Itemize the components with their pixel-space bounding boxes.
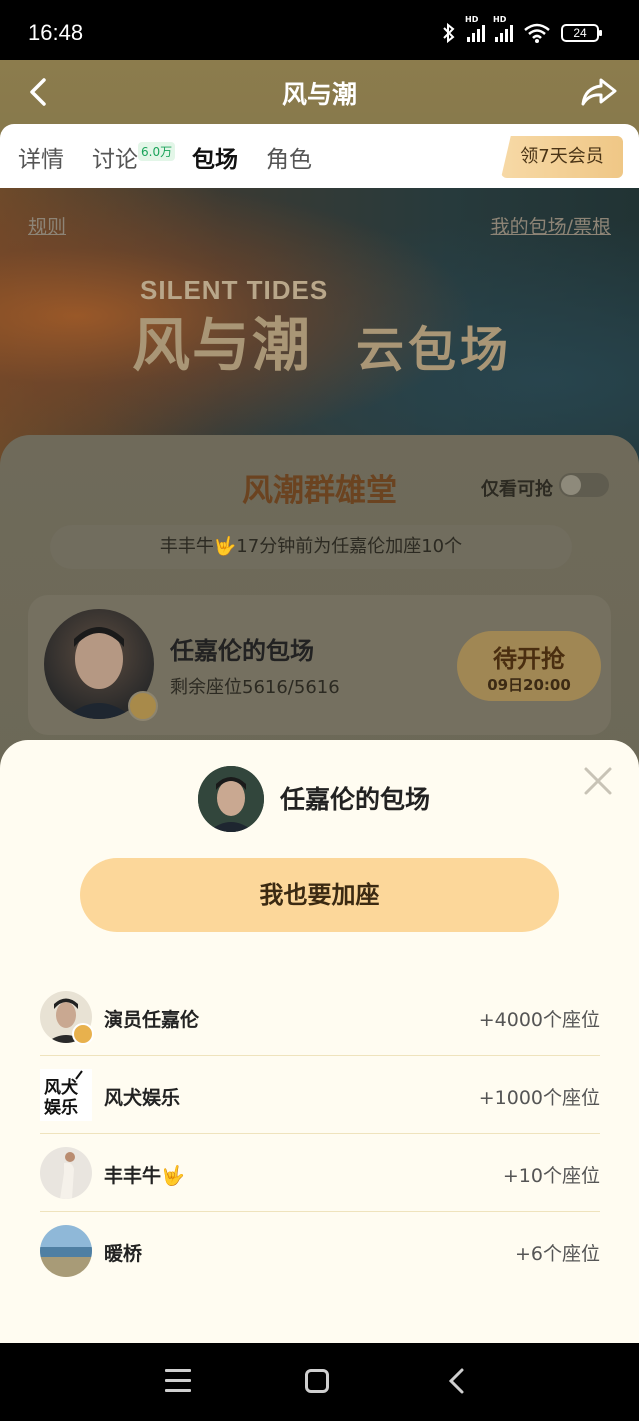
box-seats: 剩余座位5616/5616 — [170, 677, 340, 698]
company-logo: 风犬 娱乐 — [40, 1069, 92, 1121]
list-item[interactable]: 演员任嘉伦 +4000个座位 — [40, 978, 600, 1056]
box-detail-sheet: 任嘉伦的包场 我也要加座 演员任嘉伦 +4000个座位 风犬 娱乐 风犬娱乐 +… — [0, 740, 639, 1343]
filter-toggle[interactable] — [559, 473, 609, 497]
vip-trial-button[interactable]: 领7天会员 — [501, 136, 623, 178]
battery-icon: 24 — [561, 24, 602, 42]
list-item[interactable]: 风犬 娱乐 风犬娱乐 +1000个座位 — [40, 1056, 600, 1134]
system-back-icon[interactable] — [446, 1367, 468, 1395]
system-nav-bar — [0, 1343, 639, 1421]
contributor-name: 演员任嘉伦 — [104, 1009, 200, 1031]
tab-details[interactable]: 详情 — [18, 140, 64, 174]
recent-apps-icon[interactable] — [165, 1369, 191, 1393]
contributor-list: 演员任嘉伦 +4000个座位 风犬 娱乐 风犬娱乐 +1000个座位 丰丰牛🤟 … — [0, 740, 639, 1343]
box-office-row[interactable]: 任嘉伦的包场 剩余座位5616/5616 待开抢 09日20:00 — [28, 595, 611, 735]
page-title: 风与潮 — [281, 80, 357, 109]
tab-discussion[interactable]: 讨论 — [92, 140, 138, 174]
tab-bar: 详情 讨论 6.0万 包场 角色 领7天会员 — [0, 124, 639, 188]
svg-text:娱乐: 娱乐 — [44, 1097, 78, 1118]
avatar — [40, 1225, 92, 1277]
home-icon[interactable] — [305, 1369, 329, 1393]
tab-box-office[interactable]: 包场 — [192, 140, 238, 174]
nav-bar: 风与潮 — [0, 60, 639, 124]
avatar — [40, 1147, 92, 1199]
verified-badge-icon — [128, 691, 158, 721]
contributor-name: 风犬娱乐 — [104, 1087, 181, 1109]
status-time: 09日20:00 — [487, 676, 571, 694]
svg-text:风犬: 风犬 — [44, 1077, 79, 1098]
tab-roles[interactable]: 角色 — [266, 140, 312, 174]
my-box-link[interactable]: 我的包场/票根 — [491, 212, 611, 239]
contributor-seats: +1000个座位 — [478, 1087, 600, 1109]
contributor-seats: +4000个座位 — [478, 1009, 600, 1031]
bluetooth-icon — [443, 22, 455, 44]
activity-ticker: 丰丰牛🤟17分钟前为任嘉伦加座10个 — [50, 525, 572, 569]
page: 规则 我的包场/票根 SILENT TIDES 风与潮 云包场 风与潮 详情 讨… — [0, 60, 639, 1343]
discussion-count-badge: 6.0万 — [138, 142, 176, 161]
contributor-seats: +6个座位 — [514, 1243, 600, 1265]
company-logo-image: 风犬 娱乐 — [44, 1070, 83, 1118]
status-label: 待开抢 — [493, 645, 565, 673]
signal-2-icon: HD — [493, 15, 513, 42]
status-button[interactable]: 待开抢 09日20:00 — [457, 631, 601, 701]
contributor-name: 暖桥 — [104, 1243, 143, 1265]
filter-label: 仅看可抢 — [481, 479, 553, 500]
list-item[interactable]: 丰丰牛🤟 +10个座位 — [40, 1134, 600, 1212]
contributor-seats: +10个座位 — [502, 1165, 600, 1187]
poster-subtitle-cn: 云包场 — [356, 322, 513, 378]
rules-link[interactable]: 规则 — [28, 212, 66, 239]
share-icon[interactable] — [579, 74, 619, 110]
list-item[interactable]: 暖桥 +6个座位 — [40, 1212, 600, 1290]
status-time: 16:48 — [28, 20, 84, 45]
verified-badge-icon — [72, 1023, 94, 1045]
status-bar: 16:48 HD HD 24 — [0, 0, 639, 60]
wifi-icon — [524, 23, 550, 43]
contributor-name: 丰丰牛🤟 — [104, 1165, 185, 1187]
poster-title-cn: 风与潮 — [132, 311, 313, 379]
box-name: 任嘉伦的包场 — [170, 637, 314, 665]
status-icons: HD HD 24 — [441, 15, 602, 44]
signal-1-icon: HD — [465, 15, 485, 42]
